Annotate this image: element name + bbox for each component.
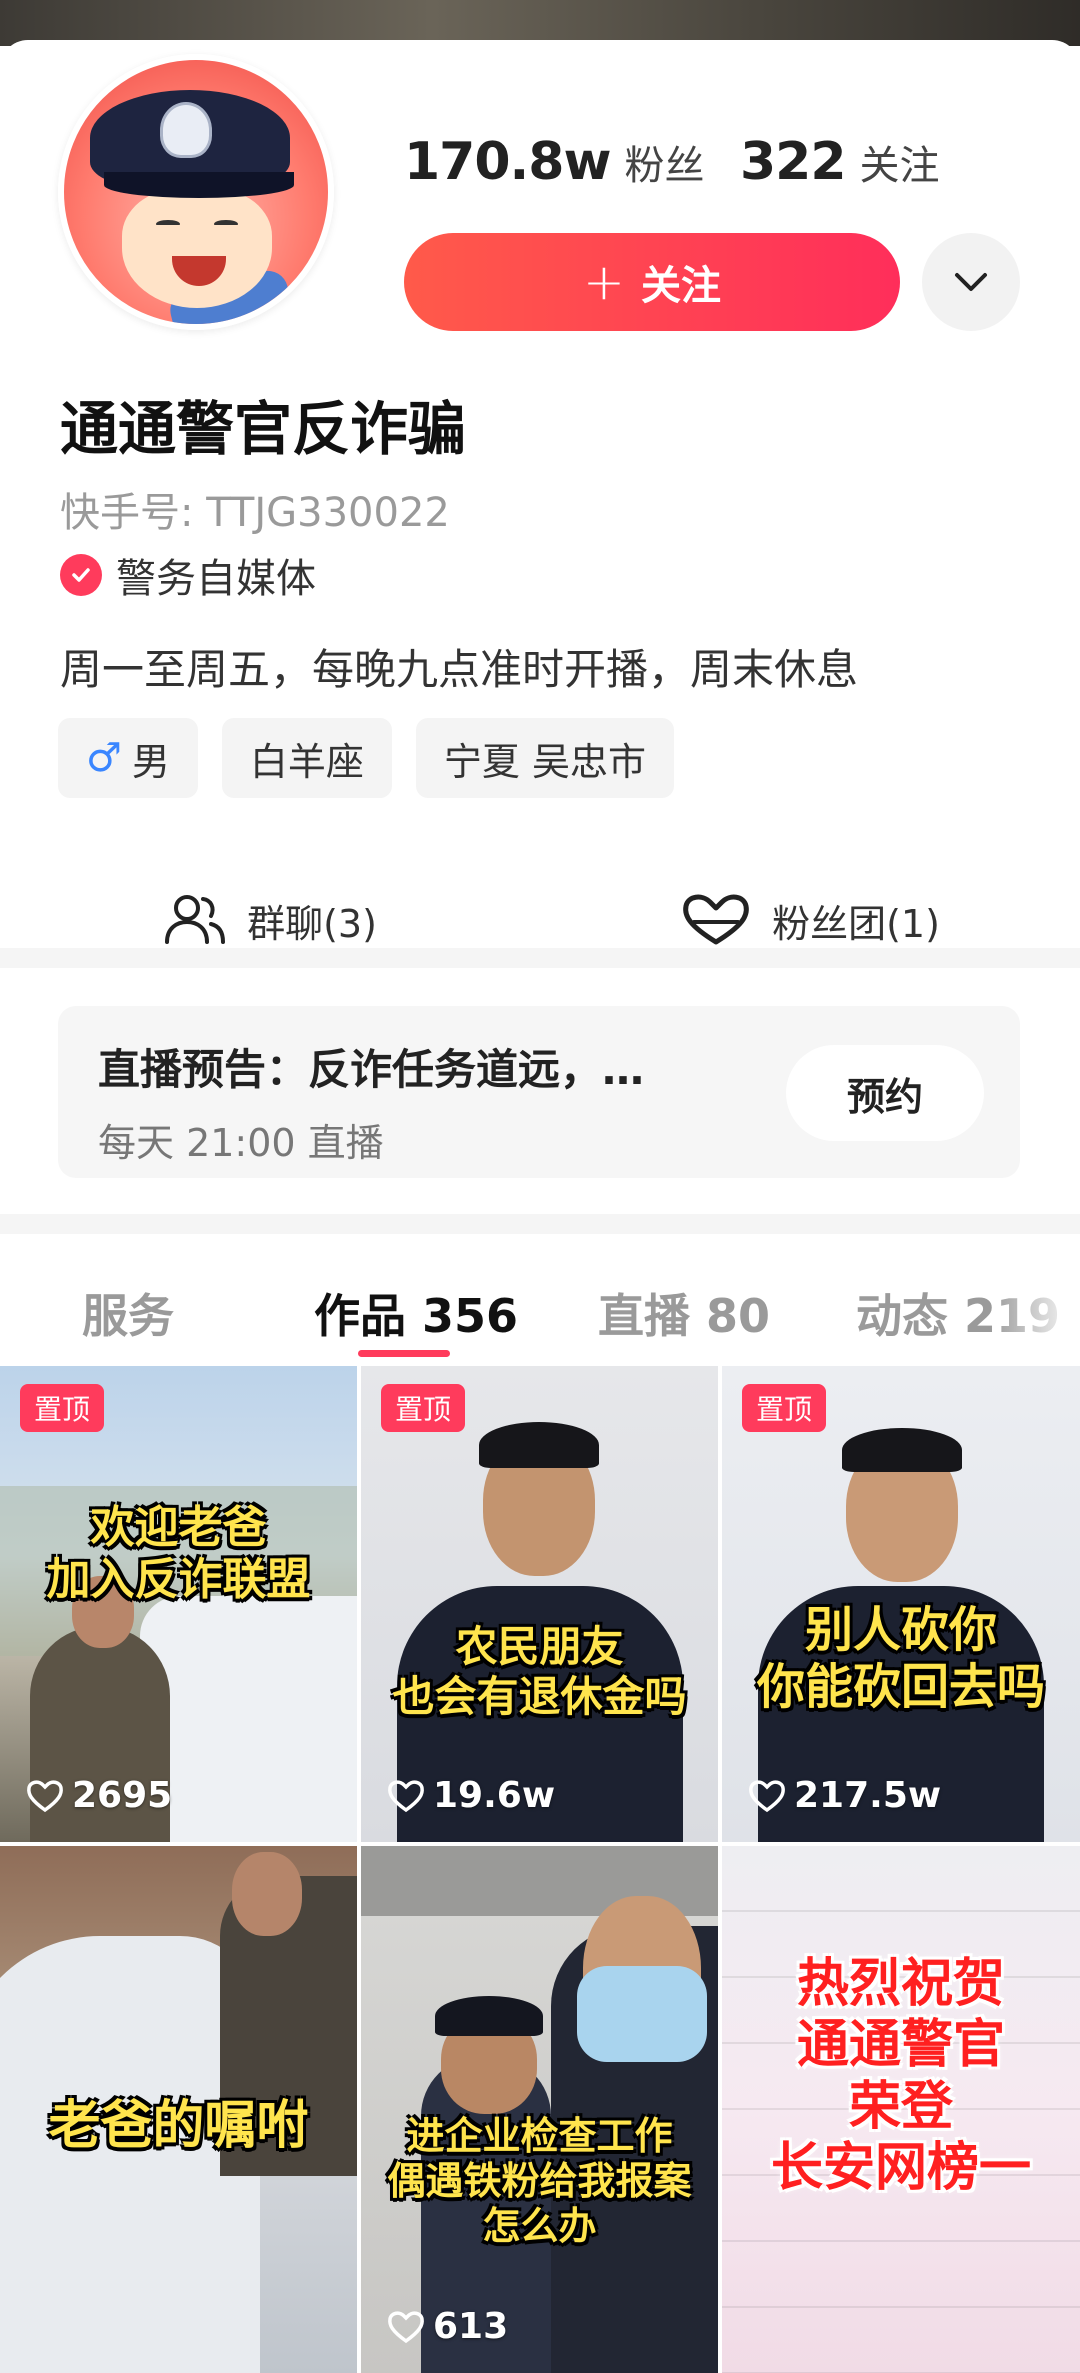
following-count: 322 [740, 132, 847, 192]
face-mask [577, 1966, 707, 2062]
video-grid: 置顶 欢迎老爸 加入反诈联盟 2695 置顶 农民朋友 也会有退休金吗 19.6… [0, 1366, 1080, 2373]
group-chat-label: 群聊(3) [247, 901, 377, 946]
heart-icon [749, 1779, 785, 1812]
pinned-badge: 置顶 [742, 1384, 827, 1432]
tab-works[interactable]: 作品 356 [314, 1280, 518, 1346]
followers-label: 粉丝 [624, 143, 705, 189]
heart-icon [388, 2310, 424, 2343]
video-likes: 613 [387, 2306, 508, 2347]
video-likes: 2695 [26, 1775, 172, 1816]
video-likes: 217.5w [748, 1775, 941, 1816]
followers-count: 170.8w [404, 132, 612, 192]
kuaishou-id[interactable]: 快手号: TTJG330022 [60, 480, 450, 538]
follow-button[interactable]: + 关注 [404, 233, 900, 331]
section-divider [0, 948, 1080, 968]
live-notice-card[interactable]: 直播预告：反诈任务道远，… 每天 21:00 直播 预约 [58, 1006, 1020, 1178]
police-badge-icon [160, 102, 212, 158]
zodiac-tag: 白羊座 [221, 718, 392, 798]
video-thumbnail[interactable]: 置顶 别人砍你 你能砍回去吗 217.5w [722, 1366, 1080, 1842]
verification-label: 警务自媒体 [116, 556, 316, 602]
location-tag: 宁夏 吴忠市 [415, 718, 674, 798]
heart-icon [388, 1779, 424, 1812]
video-caption: 进企业检查工作 偶遇铁粉给我报案 怎么办 [387, 2114, 692, 2248]
followers-stat[interactable]: 170.8w 粉丝 [404, 132, 705, 192]
profile-name: 通通警官反诈骗 [60, 395, 467, 463]
video-caption: 欢迎老爸 加入反诈联盟 [46, 1502, 311, 1605]
male-icon: ♂ [86, 735, 122, 781]
tab-live[interactable]: 直播 80 [598, 1280, 770, 1346]
group-chat-icon [165, 895, 226, 944]
avatar[interactable] [58, 54, 334, 330]
verified-check-icon [60, 554, 102, 596]
video-caption: 热烈祝贺 通通警官 荣登 长安网榜一 [770, 1954, 1031, 2199]
following-label: 关注 [859, 143, 940, 189]
plus-icon: + [583, 253, 625, 311]
video-thumbnail[interactable]: 置顶 欢迎老爸 加入反诈联盟 2695 [0, 1366, 357, 1842]
video-caption: 老爸的嘱咐 [48, 2096, 309, 2156]
following-stat[interactable]: 322 关注 [740, 132, 940, 192]
more-options-button[interactable] [922, 233, 1020, 331]
content-tabs: 服务 作品 356 直播 80 动态 219 [0, 1240, 1080, 1366]
tab-service[interactable]: 服务 [82, 1280, 174, 1346]
active-tab-indicator [358, 1350, 450, 1357]
section-divider [0, 1214, 1080, 1234]
video-thumbnail[interactable]: 置顶 农民朋友 也会有退休金吗 19.6w [361, 1366, 718, 1842]
follow-button-label: 关注 [640, 263, 721, 309]
video-caption: 农民朋友 也会有退休金吗 [392, 1622, 687, 1721]
pinned-badge: 置顶 [381, 1384, 466, 1432]
gender-tag: ♂ 男 [58, 718, 198, 798]
video-thumbnail[interactable]: 老爸的嘱咐 [0, 1846, 357, 2373]
video-thumbnail[interactable]: 进企业检查工作 偶遇铁粉给我报案 怎么办 613 [361, 1846, 718, 2373]
bio-text: 周一至周五，每晚九点准时开播，周末休息 [60, 645, 859, 694]
chevron-down-icon [955, 273, 987, 291]
live-notice-title: 直播预告：反诈任务道远，… [98, 1045, 645, 1094]
heart-icon [27, 1779, 63, 1812]
live-notice-schedule: 每天 21:00 直播 [98, 1121, 384, 1165]
car-door [140, 1596, 357, 1842]
reserve-button[interactable]: 预约 [786, 1045, 984, 1141]
verification-badge[interactable]: 警务自媒体 [60, 546, 316, 604]
fan-club-label: 粉丝团(1) [772, 901, 940, 946]
profile-header: 170.8w 粉丝 322 关注 + 关注 通通警官反诈骗 快手号: TTJG3… [0, 40, 1080, 950]
video-caption: 别人砍你 你能砍回去吗 [756, 1602, 1045, 1715]
heart-icon [683, 894, 749, 945]
video-thumbnail[interactable]: 热烈祝贺 通通警官 荣登 长安网榜一 [722, 1846, 1080, 2373]
video-likes: 19.6w [387, 1775, 555, 1816]
pinned-badge: 置顶 [20, 1384, 105, 1432]
profile-tags: ♂ 男 白羊座 宁夏 吴忠市 [58, 718, 674, 798]
